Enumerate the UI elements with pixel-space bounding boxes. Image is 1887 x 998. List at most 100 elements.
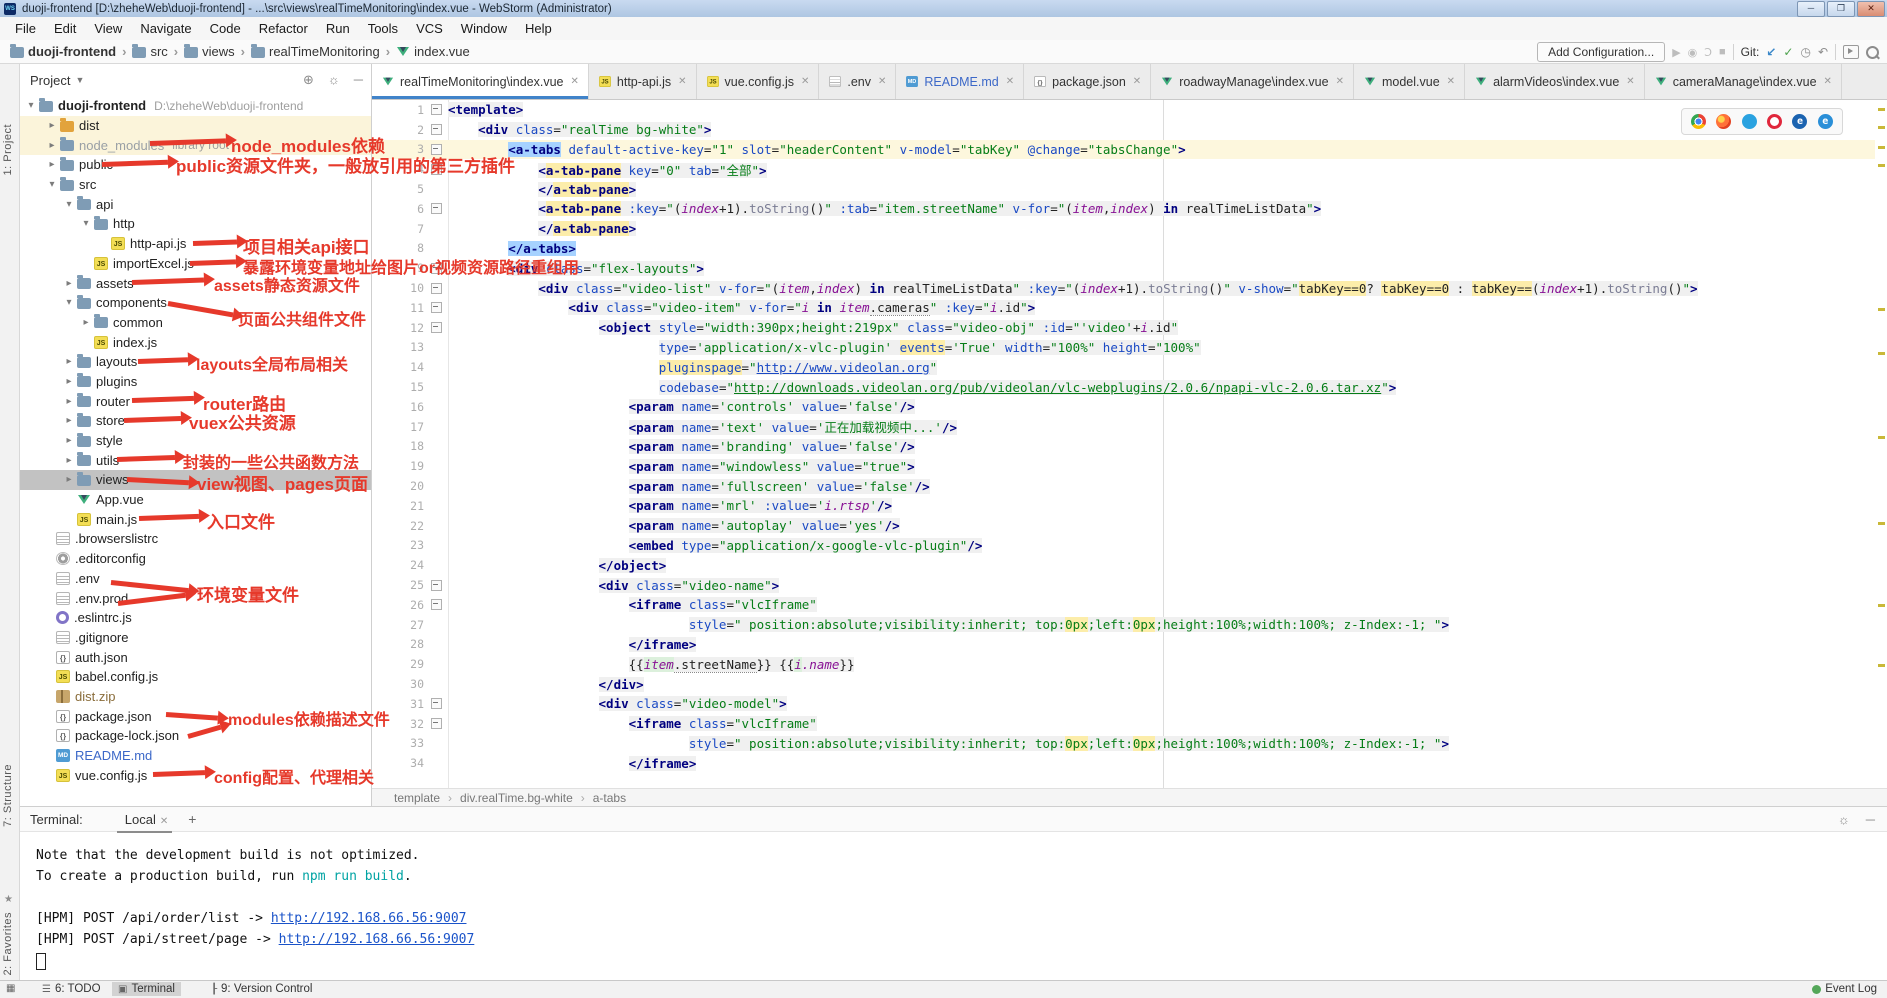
code-line-26[interactable]: 26 <iframe class="vlcIframe": [372, 595, 1875, 615]
tab-cameraManage\index.vue[interactable]: cameraManage\index.vue✕: [1645, 64, 1842, 99]
tree-item-main.js[interactable]: JSmain.js: [20, 509, 371, 529]
statusbar-terminal[interactable]: ▣Terminal: [112, 982, 181, 996]
chevron-icon[interactable]: ▾: [78, 218, 94, 229]
tree-item-duoji-frontend[interactable]: ▾duoji-frontendD:\zheheWeb\duoji-fronten…: [20, 96, 371, 116]
chevron-icon[interactable]: ▸: [61, 278, 77, 289]
tree-item-.env[interactable]: .env: [20, 569, 371, 589]
tab-model.vue[interactable]: model.vue✕: [1354, 64, 1465, 99]
tree-item-src[interactable]: ▾src: [20, 175, 371, 195]
menu-edit[interactable]: Edit: [45, 19, 85, 38]
fold-icon[interactable]: [431, 104, 442, 115]
terminal-output[interactable]: Note that the development build is not o…: [36, 848, 474, 974]
code-line-29[interactable]: 29 {{item.streetName}} {{i.name}}: [372, 654, 1875, 674]
chevron-icon[interactable]: ▸: [61, 455, 77, 466]
menu-window[interactable]: Window: [452, 19, 516, 38]
fold-icon[interactable]: [431, 698, 442, 709]
close-icon[interactable]: ✕: [801, 76, 809, 87]
tree-item-.env.prod[interactable]: .env.prod: [20, 588, 371, 608]
fold-icon[interactable]: [431, 580, 442, 591]
tree-item-public[interactable]: ▸public: [20, 155, 371, 175]
tree-item-package-lock.json[interactable]: {}package-lock.json: [20, 726, 371, 746]
tree-item-layouts[interactable]: ▸layouts: [20, 352, 371, 372]
statusbar-9-version-control[interactable]: ┠9: Version Control: [205, 982, 318, 996]
breadcrumb-item-duoji-frontend[interactable]: duoji-frontend: [10, 44, 116, 59]
tab-realTimeMonitoring\index.vue[interactable]: realTimeMonitoring\index.vue✕: [372, 64, 589, 99]
tool-switcher-icon[interactable]: ▦: [0, 982, 21, 995]
title-bar[interactable]: WS duoji-frontend [D:\zheheWeb\duoji-fro…: [0, 0, 1887, 17]
fold-icon[interactable]: [431, 164, 442, 175]
tree-item-plugins[interactable]: ▸plugins: [20, 372, 371, 392]
code-line-6[interactable]: 6 <a-tab-pane :key="(index+1).toString()…: [372, 199, 1875, 219]
chevron-icon[interactable]: ▸: [61, 474, 77, 485]
git-rollback-icon[interactable]: ↶: [1818, 45, 1828, 59]
tab-README.md[interactable]: MDREADME.md✕: [896, 64, 1024, 99]
code-line-17[interactable]: 17 <param name='text' value='正在加载视频中...'…: [372, 417, 1875, 437]
code-line-25[interactable]: 25 <div class="video-name">: [372, 575, 1875, 595]
close-icon[interactable]: ✕: [678, 76, 686, 87]
tree-item-README.md[interactable]: MDREADME.md: [20, 746, 371, 766]
menu-help[interactable]: Help: [516, 19, 561, 38]
fold-icon[interactable]: [431, 322, 442, 333]
menu-refactor[interactable]: Refactor: [250, 19, 317, 38]
code-line-20[interactable]: 20 <param name='fullscreen' value='false…: [372, 476, 1875, 496]
fold-icon[interactable]: [431, 283, 442, 294]
breadcrumb-item-src[interactable]: src: [132, 44, 167, 59]
tree-item-App.vue[interactable]: App.vue: [20, 490, 371, 510]
fold-icon[interactable]: [431, 302, 442, 313]
fold-icon[interactable]: [431, 599, 442, 610]
tree-item-babel.config.js[interactable]: JSbabel.config.js: [20, 667, 371, 687]
code-line-2[interactable]: 2 <div class="realTime bg-white">: [372, 120, 1875, 140]
tree-item-dist.zip[interactable]: dist.zip: [20, 687, 371, 707]
breadcrumb-item-realTimeMonitoring[interactable]: realTimeMonitoring: [251, 44, 380, 59]
code-line-12[interactable]: 12 <object style="width:390px;height:219…: [372, 318, 1875, 338]
gear-icon[interactable]: ☼: [328, 72, 340, 88]
profile-icon[interactable]: Ↄ: [1704, 46, 1712, 59]
close-icon[interactable]: ✕: [1626, 76, 1634, 87]
tree-item-components[interactable]: ▾components: [20, 293, 371, 313]
code-line-23[interactable]: 23 <embed type="application/x-google-vlc…: [372, 536, 1875, 556]
maximize-button[interactable]: ❐: [1827, 1, 1855, 17]
chevron-icon[interactable]: ▾: [61, 199, 77, 210]
editor-breadcrumb-template[interactable]: template: [394, 791, 440, 805]
code-line-27[interactable]: 27 style=" position:absolute;visibility:…: [372, 615, 1875, 635]
close-icon[interactable]: ✕: [571, 76, 579, 87]
code-line-1[interactable]: 1<template>: [372, 100, 1875, 120]
code-line-34[interactable]: 34 </iframe>: [372, 753, 1875, 773]
menu-view[interactable]: View: [85, 19, 131, 38]
code-line-33[interactable]: 33 style=" position:absolute;visibility:…: [372, 734, 1875, 754]
editor-breadcrumb-a-tabs[interactable]: a-tabs: [593, 791, 626, 805]
tab-.env[interactable]: .env✕: [819, 64, 896, 99]
chevron-icon[interactable]: ▸: [61, 415, 77, 426]
tree-item-index.js[interactable]: JSindex.js: [20, 332, 371, 352]
breadcrumb-item-index.vue[interactable]: index.vue: [396, 44, 470, 59]
code-line-13[interactable]: 13 type='application/x-vlc-plugin' event…: [372, 338, 1875, 358]
fold-icon[interactable]: [431, 144, 442, 155]
menu-run[interactable]: Run: [317, 19, 359, 38]
tab-alarmVideos\index.vue[interactable]: alarmVideos\index.vue✕: [1465, 64, 1645, 99]
fold-icon[interactable]: [431, 263, 442, 274]
close-button[interactable]: ✕: [1857, 1, 1885, 17]
add-configuration-button[interactable]: Add Configuration...: [1537, 42, 1665, 62]
chevron-icon[interactable]: ▾: [23, 100, 39, 111]
favorites-star-icon[interactable]: ★: [4, 894, 13, 905]
terminal-link[interactable]: http://192.168.66.56:9007: [279, 932, 475, 947]
code-line-7[interactable]: 7 </a-tab-pane>: [372, 219, 1875, 239]
stop-icon[interactable]: ■: [1719, 46, 1726, 58]
rail-favorites-button[interactable]: 2: Favorites: [2, 912, 14, 975]
code-line-21[interactable]: 21 <param name='mrl' :value='i.rtsp'/>: [372, 496, 1875, 516]
tree-item-assets[interactable]: ▸assets: [20, 273, 371, 293]
debug-icon[interactable]: ◉: [1688, 46, 1698, 59]
run-icon[interactable]: ▶: [1672, 46, 1680, 59]
close-icon[interactable]: ✕: [1133, 76, 1141, 87]
git-commit-icon[interactable]: ✓: [1783, 45, 1793, 59]
editor-breadcrumb-div.realTime.bg-white[interactable]: div.realTime.bg-white: [460, 791, 573, 805]
close-icon[interactable]: ✕: [1824, 76, 1832, 87]
breadcrumb-item-views[interactable]: views: [184, 44, 235, 59]
code-editor[interactable]: ee 1<template>2 <div class="realTime bg-…: [372, 100, 1887, 788]
chevron-icon[interactable]: ▸: [78, 317, 94, 328]
rail-structure-button[interactable]: 7: Structure: [2, 764, 14, 827]
chevron-icon[interactable]: ▾: [44, 179, 60, 190]
code-line-19[interactable]: 19 <param name="windowless" value="true"…: [372, 456, 1875, 476]
terminal-tab-local[interactable]: Local✕: [117, 812, 172, 827]
chevron-icon[interactable]: ▸: [44, 120, 60, 131]
